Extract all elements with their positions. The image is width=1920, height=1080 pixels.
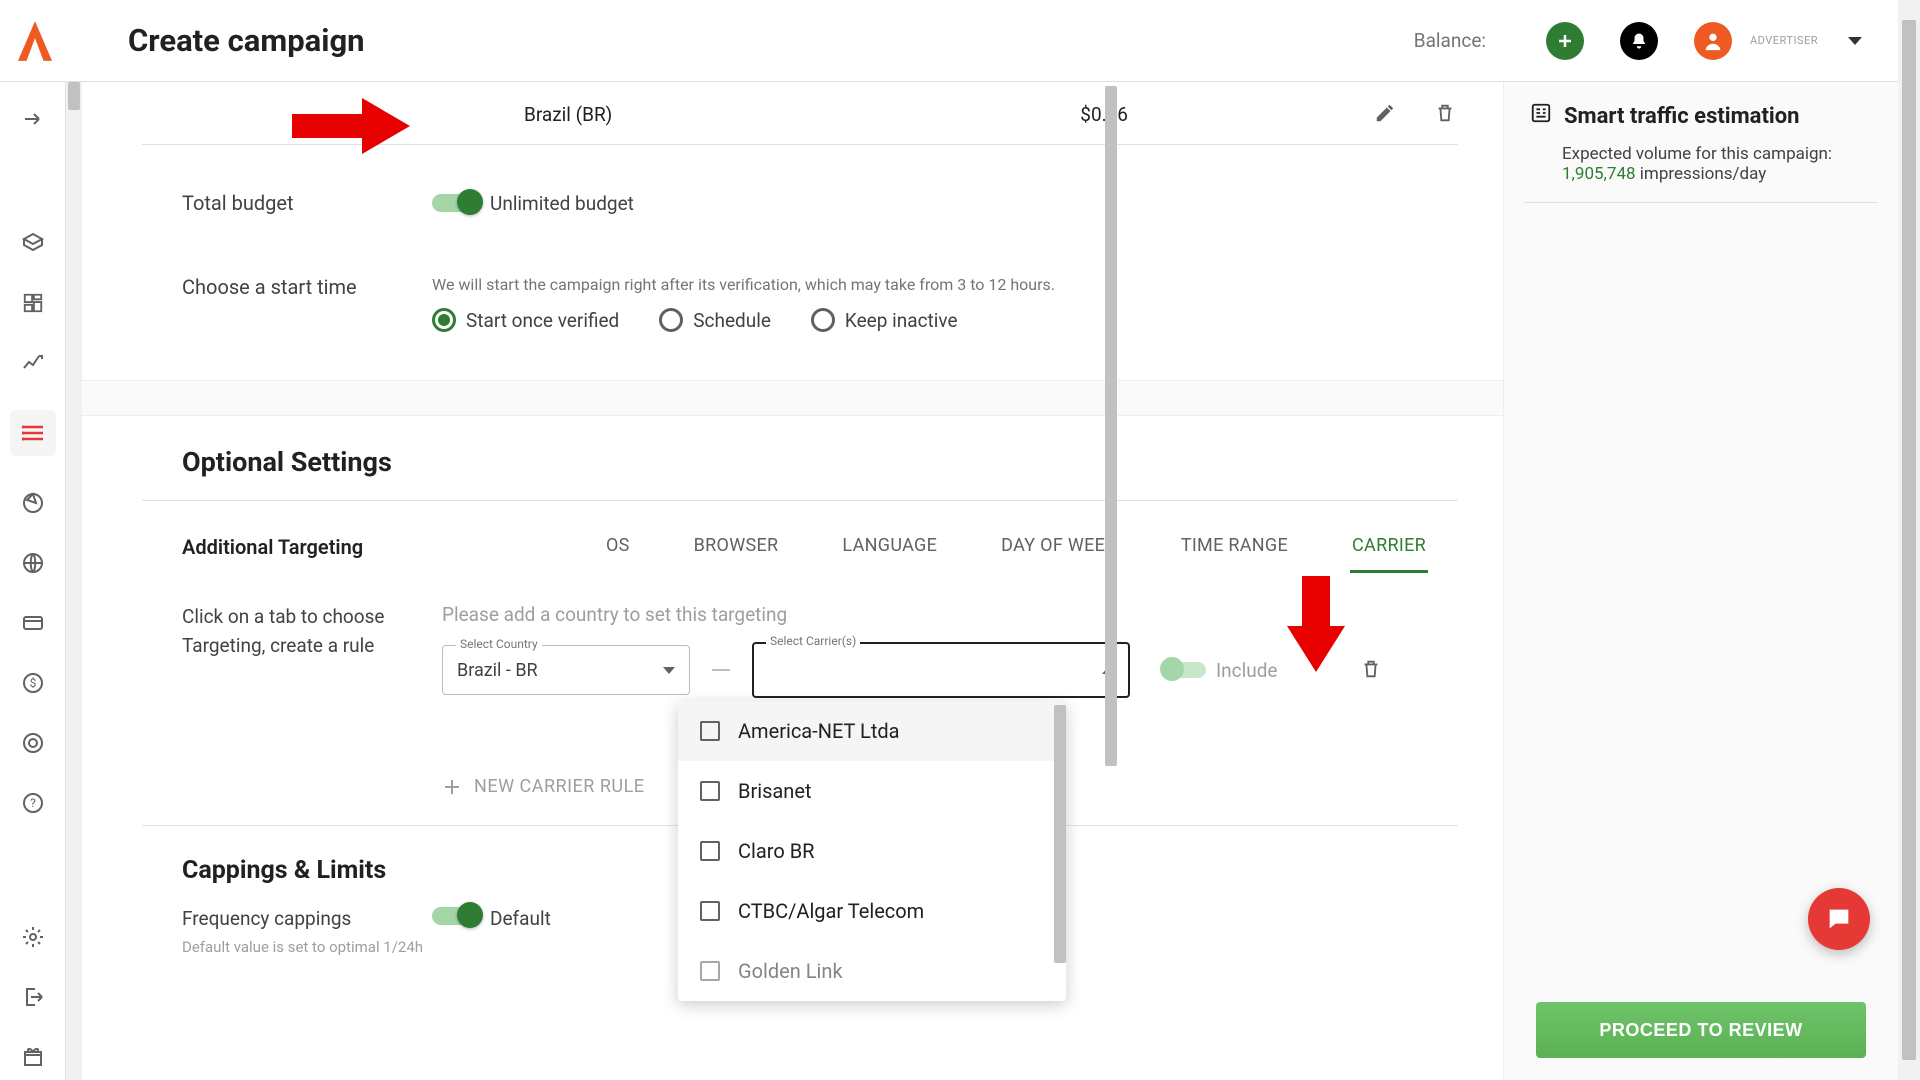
dropdown-scrollbar[interactable] — [1054, 705, 1066, 963]
expected-volume-unit: impressions/day — [1636, 164, 1767, 184]
estimation-title: Smart traffic estimation — [1564, 104, 1799, 129]
page-scrollbar[interactable] — [1898, 0, 1920, 1080]
panel-scrollbar-gutter[interactable] — [66, 82, 82, 1080]
targeting-tabs: OS BROWSER LANGUAGE DAY OF WEEK TIME RAN… — [604, 521, 1428, 573]
user-role: ADVERTISER — [1750, 34, 1818, 47]
frequency-default-label: Default — [490, 907, 551, 930]
carrier-option[interactable]: Claro BR — [678, 821, 1066, 881]
estimation-icon — [1530, 102, 1552, 130]
tab-os[interactable]: OS — [604, 521, 632, 573]
notifications-button[interactable] — [1620, 22, 1658, 60]
expected-volume-label: Expected volume for this campaign: — [1562, 144, 1832, 164]
annotation-arrow-icon — [292, 96, 410, 156]
nav-logout-icon[interactable] — [20, 984, 46, 1010]
field-separator — [712, 669, 730, 671]
svg-text:?: ? — [30, 796, 36, 810]
checkbox-icon[interactable] — [700, 841, 720, 861]
nav-network-icon[interactable] — [20, 550, 46, 576]
nav-rewards-icon[interactable] — [20, 1044, 46, 1070]
frequency-cappings-label: Frequency cappings — [182, 907, 432, 930]
nav-retarget-icon[interactable] — [20, 730, 46, 756]
user-menu-chevron-icon[interactable] — [1848, 37, 1862, 45]
checkbox-icon[interactable] — [700, 781, 720, 801]
nav-offers-icon[interactable] — [20, 230, 46, 256]
chevron-down-icon — [663, 667, 675, 674]
nav-help-icon[interactable]: ? — [20, 790, 46, 816]
delete-icon[interactable] — [1434, 102, 1458, 126]
expected-volume-value: 1,905,748 — [1562, 164, 1636, 184]
nav-stats-icon[interactable] — [20, 350, 46, 376]
svg-text:$: $ — [29, 676, 36, 690]
top-bar: Create campaign Balance: ADVERTISER — [0, 0, 1898, 82]
optional-settings-heading: Optional Settings — [82, 416, 1503, 500]
carrier-option[interactable]: Brisanet — [678, 761, 1066, 821]
tab-carrier[interactable]: CARRIER — [1350, 521, 1428, 573]
annotation-arrow-icon — [1287, 576, 1345, 672]
additional-targeting-label: Additional Targeting — [182, 535, 432, 559]
targeting-help-text: Click on a tab to choose Targeting, crea… — [182, 603, 412, 660]
proceed-to-review-button[interactable]: PROCEED TO REVIEW — [1536, 1002, 1866, 1058]
nav-dashboard-icon[interactable] — [20, 290, 46, 316]
delete-rule-icon[interactable] — [1360, 658, 1384, 682]
logo[interactable] — [0, 21, 70, 61]
tab-language[interactable]: LANGUAGE — [840, 521, 939, 573]
country-field-label: Select Country — [456, 637, 542, 651]
radio-start-verified[interactable]: Start once verified — [432, 308, 619, 332]
nav-campaigns-icon[interactable] — [10, 410, 56, 456]
radio-keep-inactive[interactable]: Keep inactive — [811, 308, 958, 332]
unlimited-budget-toggle-label: Unlimited budget — [490, 192, 634, 215]
start-time-note: We will start the campaign right after i… — [432, 275, 1055, 294]
include-toggle[interactable] — [1164, 662, 1206, 678]
carrier-option[interactable]: America-NET Ltda — [678, 701, 1066, 761]
carrier-option[interactable]: Golden Link — [678, 941, 1066, 1001]
content-scrollbar[interactable] — [1105, 82, 1117, 1080]
balance-label: Balance: — [1414, 29, 1486, 52]
frequency-default-toggle[interactable] — [432, 907, 478, 925]
nav-tracking-icon[interactable] — [20, 490, 46, 516]
carrier-field-label: Select Carrier(s) — [766, 634, 860, 648]
nav-settings-icon[interactable] — [20, 924, 46, 950]
radio-schedule[interactable]: Schedule — [659, 308, 771, 332]
left-nav-rail: $ ? — [0, 82, 66, 1080]
expand-rail-icon[interactable] — [20, 106, 46, 132]
frequency-cappings-sub: Default value is set to optimal 1/24h — [182, 936, 432, 959]
edit-icon[interactable] — [1374, 102, 1398, 126]
chat-button[interactable] — [1808, 888, 1870, 950]
nav-money-icon[interactable]: $ — [20, 670, 46, 696]
add-funds-button[interactable] — [1546, 22, 1584, 60]
nav-finance-icon[interactable] — [20, 610, 46, 636]
page-title: Create campaign — [128, 22, 365, 59]
checkbox-icon[interactable] — [700, 901, 720, 921]
start-time-label: Choose a start time — [182, 275, 432, 299]
include-label: Include — [1216, 659, 1278, 682]
carrier-option[interactable]: CTBC/Algar Telecom — [678, 881, 1066, 941]
unlimited-budget-toggle[interactable] — [432, 194, 478, 212]
country-name: Brazil (BR) — [524, 103, 612, 126]
carrier-dropdown: America-NET Ltda Brisanet Claro BR CTBC/… — [678, 701, 1066, 1001]
avatar[interactable] — [1694, 22, 1732, 60]
checkbox-icon[interactable] — [700, 961, 720, 981]
total-budget-label: Total budget — [182, 191, 432, 215]
select-carrier[interactable] — [752, 642, 1130, 698]
checkbox-icon[interactable] — [700, 721, 720, 741]
tab-browser[interactable]: BROWSER — [692, 521, 781, 573]
tab-time-range[interactable]: TIME RANGE — [1179, 521, 1290, 573]
tab-day-of-week[interactable]: DAY OF WEEK — [999, 521, 1119, 573]
select-country[interactable]: Brazil - BR — [442, 645, 690, 695]
